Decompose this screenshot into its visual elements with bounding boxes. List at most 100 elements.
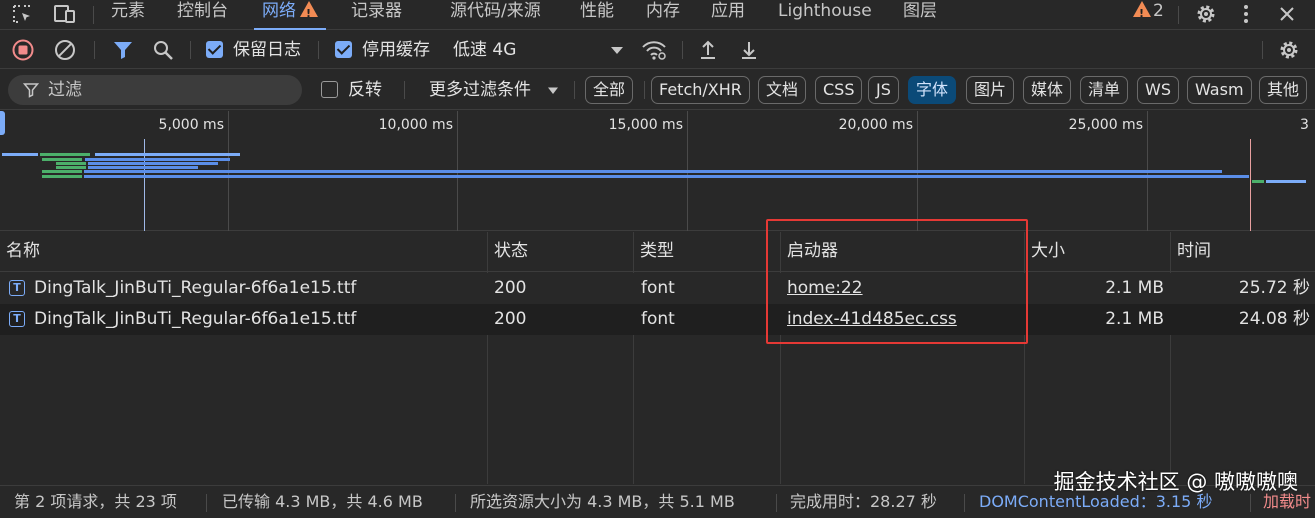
chip-wasm[interactable]: Wasm	[1187, 76, 1252, 104]
export-har-icon[interactable]	[737, 36, 761, 64]
tab-sources[interactable]: 源代码/来源	[450, 0, 541, 30]
tab-label: Lighthouse	[778, 1, 872, 21]
overview-left-handle[interactable]	[0, 111, 5, 135]
filter-separator	[644, 81, 645, 99]
close-icon[interactable]	[1276, 0, 1298, 28]
tab-console[interactable]: 控制台	[177, 0, 228, 30]
more-vertical-icon[interactable]	[1236, 0, 1256, 28]
request-bar	[56, 166, 86, 169]
col-header-status[interactable]: 状态	[488, 232, 528, 272]
column-divider[interactable]	[633, 232, 634, 484]
request-initiator-link[interactable]: home:22	[787, 273, 863, 304]
col-header-time[interactable]: 时间	[1171, 232, 1211, 272]
clear-icon[interactable]	[52, 36, 78, 64]
request-bar	[1266, 180, 1306, 183]
preserve-log-label: 保留日志	[233, 40, 301, 60]
column-divider[interactable]	[1024, 232, 1025, 484]
chip-img[interactable]: 图片	[966, 76, 1015, 104]
network-settings-icon[interactable]	[1276, 36, 1302, 64]
font-file-icon: T	[9, 280, 25, 296]
network-overview[interactable]: 5,000 ms 10,000 ms 15,000 ms 20,000 ms 2…	[0, 111, 1315, 231]
request-status: 200	[494, 278, 527, 298]
request-bar	[84, 175, 1249, 178]
tab-memory[interactable]: 内存	[646, 0, 680, 30]
settings-gear-icon[interactable]	[1193, 0, 1219, 28]
filter-funnel-icon[interactable]	[110, 36, 136, 64]
tab-label: 图层	[903, 1, 937, 21]
devtools-tab-bar: 元素 控制台 网络 记录器 源代码/来源 性能 内存 应用 Lighthouse…	[0, 0, 1315, 30]
network-conditions-icon[interactable]	[640, 36, 668, 64]
tab-application[interactable]: 应用	[711, 0, 745, 30]
filter-separator	[574, 81, 575, 99]
column-divider[interactable]	[780, 232, 781, 484]
col-header-name[interactable]: 名称	[0, 232, 40, 272]
disable-cache-label: 停用缓存	[362, 40, 430, 60]
tab-separator	[93, 6, 94, 24]
search-icon[interactable]	[150, 36, 176, 64]
device-toolbar-icon[interactable]	[50, 0, 80, 28]
col-header-type[interactable]: 类型	[634, 232, 674, 272]
status-requests: 第 2 项请求，共 23 项	[14, 492, 177, 511]
status-separator	[1250, 494, 1251, 512]
chip-all[interactable]: 全部	[585, 76, 634, 104]
chevron-down-icon	[608, 36, 626, 64]
chip-doc[interactable]: 文档	[758, 76, 807, 104]
tab-layers[interactable]: 图层	[903, 0, 937, 30]
overview-tick-label: 15,000 ms	[608, 117, 683, 133]
warnings-counter[interactable]: 2	[1133, 0, 1164, 30]
chip-media[interactable]: 媒体	[1023, 76, 1072, 104]
request-name: DingTalk_JinBuTi_Regular-6f6a1e15.ttf	[34, 278, 357, 298]
watermark: 掘金技术社区 @ 嗷嗷嗷噢	[1053, 470, 1298, 494]
request-size: 2.1 MB	[1105, 278, 1164, 298]
filter-bar: 过滤 反转 更多过滤条件 全部 Fetch/XHR 文档 CSS JS 字体 图…	[0, 70, 1315, 110]
status-separator	[776, 494, 777, 512]
col-header-initiator[interactable]: 启动器	[781, 232, 838, 272]
tab-label: 元素	[111, 1, 145, 21]
throttling-value: 低速 4G	[453, 40, 517, 60]
request-bar	[85, 158, 230, 161]
preserve-log-check[interactable]	[206, 41, 223, 58]
import-har-icon[interactable]	[696, 36, 720, 64]
toolbar-separator	[682, 41, 683, 59]
warning-icon	[300, 1, 318, 25]
tab-recorder[interactable]: 记录器	[351, 0, 402, 30]
chip-ws[interactable]: WS	[1137, 76, 1179, 104]
tab-label: 源代码/来源	[450, 1, 541, 21]
request-time: 25.72 秒	[1238, 278, 1310, 298]
tab-label: 应用	[711, 1, 745, 21]
more-filters-label: 更多过滤条件	[429, 80, 531, 100]
invert-label: 反转	[348, 80, 382, 100]
column-divider[interactable]	[487, 232, 488, 484]
status-separator	[455, 494, 456, 512]
request-bar	[56, 162, 86, 165]
chip-fetch-xhr[interactable]: Fetch/XHR	[651, 76, 750, 104]
request-bar	[42, 175, 82, 178]
toolbar-separator	[1262, 41, 1263, 59]
request-bar	[88, 162, 218, 165]
request-initiator-link[interactable]: index-41d485ec.css	[787, 304, 957, 335]
table-row[interactable]: T DingTalk_JinBuTi_Regular-6f6a1e15.ttf …	[0, 273, 1315, 304]
chip-font[interactable]: 字体	[908, 76, 957, 104]
column-divider[interactable]	[1170, 232, 1171, 484]
inspect-element-icon[interactable]	[8, 0, 36, 28]
chip-other[interactable]: 其他	[1259, 76, 1308, 104]
tab-lighthouse[interactable]: Lighthouse	[778, 0, 872, 30]
record-stop-icon[interactable]	[10, 36, 36, 64]
invert-check[interactable]	[321, 81, 338, 98]
disable-cache-check[interactable]	[335, 41, 352, 58]
table-row[interactable]: T DingTalk_JinBuTi_Regular-6f6a1e15.ttf …	[0, 304, 1315, 335]
toolbar-separator	[190, 41, 191, 59]
request-status: 200	[494, 309, 527, 329]
tab-network[interactable]: 网络	[254, 0, 326, 30]
chip-css[interactable]: CSS	[815, 76, 863, 104]
tab-elements[interactable]: 元素	[111, 0, 145, 30]
toolbar-separator	[318, 41, 319, 59]
warning-count: 2	[1153, 1, 1164, 21]
filter-input[interactable]: 过滤	[8, 75, 302, 105]
chip-manifest[interactable]: 清单	[1080, 76, 1129, 104]
toolbar-separator	[94, 41, 95, 59]
chip-js[interactable]: JS	[868, 76, 899, 104]
tab-label: 内存	[646, 1, 680, 21]
tab-performance[interactable]: 性能	[580, 0, 614, 30]
col-header-size[interactable]: 大小	[1025, 232, 1065, 272]
